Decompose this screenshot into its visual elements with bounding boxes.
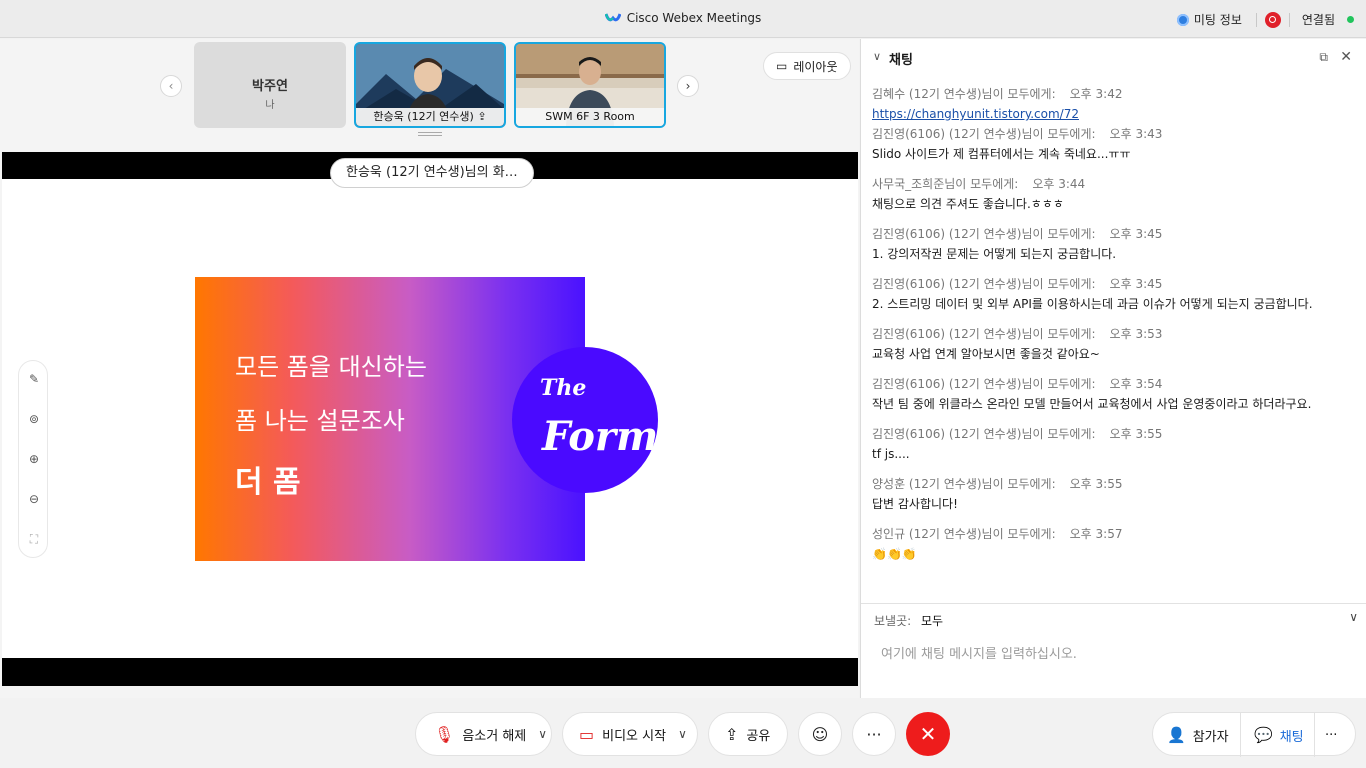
- chat-composer: 보낼곳: 모두 ∨: [861, 603, 1366, 698]
- video-off-icon: ▭: [579, 724, 595, 744]
- sharing-presenter-label[interactable]: 한승욱 (12기 연수생)님의 화…: [330, 158, 534, 188]
- chat-input[interactable]: [871, 640, 1351, 668]
- chat-link[interactable]: https://changhyunit.tistory.com/72: [872, 103, 1352, 125]
- chevron-down-icon[interactable]: ∨: [678, 727, 687, 741]
- the-form-logo: The Form: [512, 347, 658, 493]
- chat-bubble-icon: 💬: [1254, 726, 1273, 744]
- divider: [1255, 12, 1257, 27]
- leave-meeting-button[interactable]: ✕: [906, 712, 950, 756]
- send-to-select[interactable]: 모두: [921, 612, 943, 629]
- divider: [1314, 713, 1315, 757]
- more-panels-button[interactable]: ···: [1325, 713, 1337, 757]
- layout-icon: ▭: [776, 59, 788, 73]
- chevron-down-icon[interactable]: ∨: [1349, 610, 1358, 624]
- connection-status: 연결됨: [1301, 13, 1335, 27]
- chevron-left-icon: ‹: [168, 79, 174, 93]
- more-icon: ···: [866, 724, 882, 744]
- zoom-in-icon[interactable]: ⊕: [26, 451, 42, 467]
- share-button[interactable]: ⇪ 공유: [708, 712, 788, 756]
- zoom-out-icon[interactable]: ⊖: [26, 491, 42, 507]
- layout-button[interactable]: ▭ 레이아웃: [763, 52, 851, 80]
- share-icon: ⇪: [725, 724, 739, 744]
- send-to-label: 보낼곳:: [874, 614, 912, 628]
- smiley-icon: ☺: [811, 724, 829, 744]
- chat-header: ∨ 채팅 ⧉ ✕: [861, 39, 1366, 77]
- chat-message: 김진영(6106) (12기 연수생)님이 모두에게: 오후 3:45 1. 강의…: [872, 227, 1163, 261]
- title-bar: Cisco Webex Meetings 미팅 정보 연결됨: [0, 0, 1366, 38]
- self-tag: 나: [265, 100, 275, 111]
- chat-title: 채팅: [889, 53, 913, 68]
- participants-button[interactable]: 👤 참가자: [1167, 713, 1229, 757]
- connected-dot-icon: [1347, 16, 1354, 23]
- remote-control-icon[interactable]: ⊚: [26, 411, 42, 427]
- self-name: 박주연: [252, 79, 288, 94]
- chat-message: 김진영(6106) (12기 연수생)님이 모두에게: 오후 3:54 작년 팀 …: [872, 377, 1312, 411]
- chevron-down-icon[interactable]: ∨: [873, 50, 881, 63]
- unmute-button[interactable]: 🎙 음소거 해제 ∨: [415, 712, 552, 756]
- person-icon: 👤: [1167, 726, 1186, 744]
- control-bar: 🎙 음소거 해제 ∨ ▭ 비디오 시작 ∨ ⇪ 공유 ☺ ··· ✕ 👤 참가자…: [0, 698, 1366, 768]
- filmstrip: ‹ 박주연 나 한승욱 (12기 연수생) ⇪ SWM 6F 3 Room › …: [0, 39, 859, 139]
- chat-message: 김혜수 (12기 연수생)님이 모두에게: 오후 3:42 https://cha…: [872, 85, 1352, 125]
- filmstrip-next-button[interactable]: ›: [677, 75, 699, 97]
- self-tile[interactable]: 박주연 나: [194, 42, 346, 128]
- chat-message: 성인규 (12기 연수생)님이 모두에게: 오후 3:57 👏👏👏: [872, 527, 1123, 561]
- participant-tile[interactable]: SWM 6F 3 Room: [514, 42, 666, 128]
- mic-muted-icon: 🎙: [434, 724, 455, 744]
- chat-message: 김진영(6106) (12기 연수생)님이 모두에게: 오후 3:45 2. 스트…: [872, 277, 1313, 311]
- chat-message: 사무국_조희준님이 모두에게: 오후 3:44 채팅으로 의견 주셔도 좋습니다.…: [872, 177, 1086, 211]
- more-icon: ···: [1325, 727, 1338, 743]
- slide-text-line: 폼 나는 설문조사: [235, 407, 405, 435]
- close-icon[interactable]: ✕: [1340, 49, 1352, 65]
- annotation-toolbar: ✎ ⊚ ⊕ ⊖ ⛶: [18, 360, 48, 558]
- chat-messages[interactable]: 김혜수 (12기 연수생)님이 모두에게: 오후 3:42 https://cha…: [872, 85, 1352, 575]
- chat-message: 김진영(6106) (12기 연수생)님이 모두에게: 오후 3:43 Slido…: [872, 127, 1163, 161]
- chat-message: 김진영(6106) (12기 연수생)님이 모두에게: 오후 3:53 교육청 사…: [872, 327, 1163, 361]
- chat-button[interactable]: 💬 채팅: [1254, 713, 1304, 757]
- filmstrip-prev-button[interactable]: ‹: [160, 75, 182, 97]
- popout-icon[interactable]: ⧉: [1319, 50, 1328, 65]
- participant-label: 한승욱 (12기 연수생) ⇪: [356, 108, 504, 126]
- sharing-icon: ⇪: [477, 110, 487, 123]
- panel-toggle-group: 👤 참가자 💬 채팅 ···: [1152, 712, 1356, 757]
- chevron-down-icon[interactable]: ∨: [538, 727, 547, 741]
- meeting-info-button[interactable]: 미팅 정보: [1194, 11, 1242, 28]
- participant-label: SWM 6F 3 Room: [516, 108, 664, 126]
- annotate-pen-icon[interactable]: ✎: [26, 371, 42, 387]
- chat-message: 양성훈 (12기 연수생)님이 모두에게: 오후 3:55 답변 감사합니다!: [872, 477, 1123, 511]
- slide-text-line: 모든 폼을 대신하는: [235, 353, 427, 381]
- meeting-stage-area: ‹ 박주연 나 한승욱 (12기 연수생) ⇪ SWM 6F 3 Room › …: [0, 39, 859, 698]
- divider: [1288, 12, 1290, 27]
- chat-panel: ∨ 채팅 ⧉ ✕ 김혜수 (12기 연수생)님이 모두에게: 오후 3:42 ht…: [860, 39, 1366, 698]
- slide-title: 더 폼: [235, 465, 301, 500]
- window-title: Cisco Webex Meetings: [0, 11, 1366, 25]
- divider: [1240, 713, 1241, 757]
- chat-message: 김진영(6106) (12기 연수생)님이 모두에게: 오후 3:55 tf js…: [872, 427, 1163, 461]
- chevron-right-icon: ›: [685, 79, 691, 93]
- reactions-button[interactable]: ☺: [798, 712, 842, 756]
- close-icon: ✕: [919, 722, 937, 746]
- recording-icon[interactable]: [1264, 11, 1281, 28]
- fit-screen-icon[interactable]: ⛶: [26, 531, 42, 547]
- participant-tile[interactable]: 한승욱 (12기 연수생) ⇪: [354, 42, 506, 128]
- webex-logo-icon: [604, 13, 621, 22]
- resize-handle[interactable]: [418, 132, 442, 136]
- start-video-button[interactable]: ▭ 비디오 시작 ∨: [562, 712, 698, 756]
- meeting-info-icon[interactable]: [1176, 13, 1189, 26]
- more-options-button[interactable]: ···: [852, 712, 896, 756]
